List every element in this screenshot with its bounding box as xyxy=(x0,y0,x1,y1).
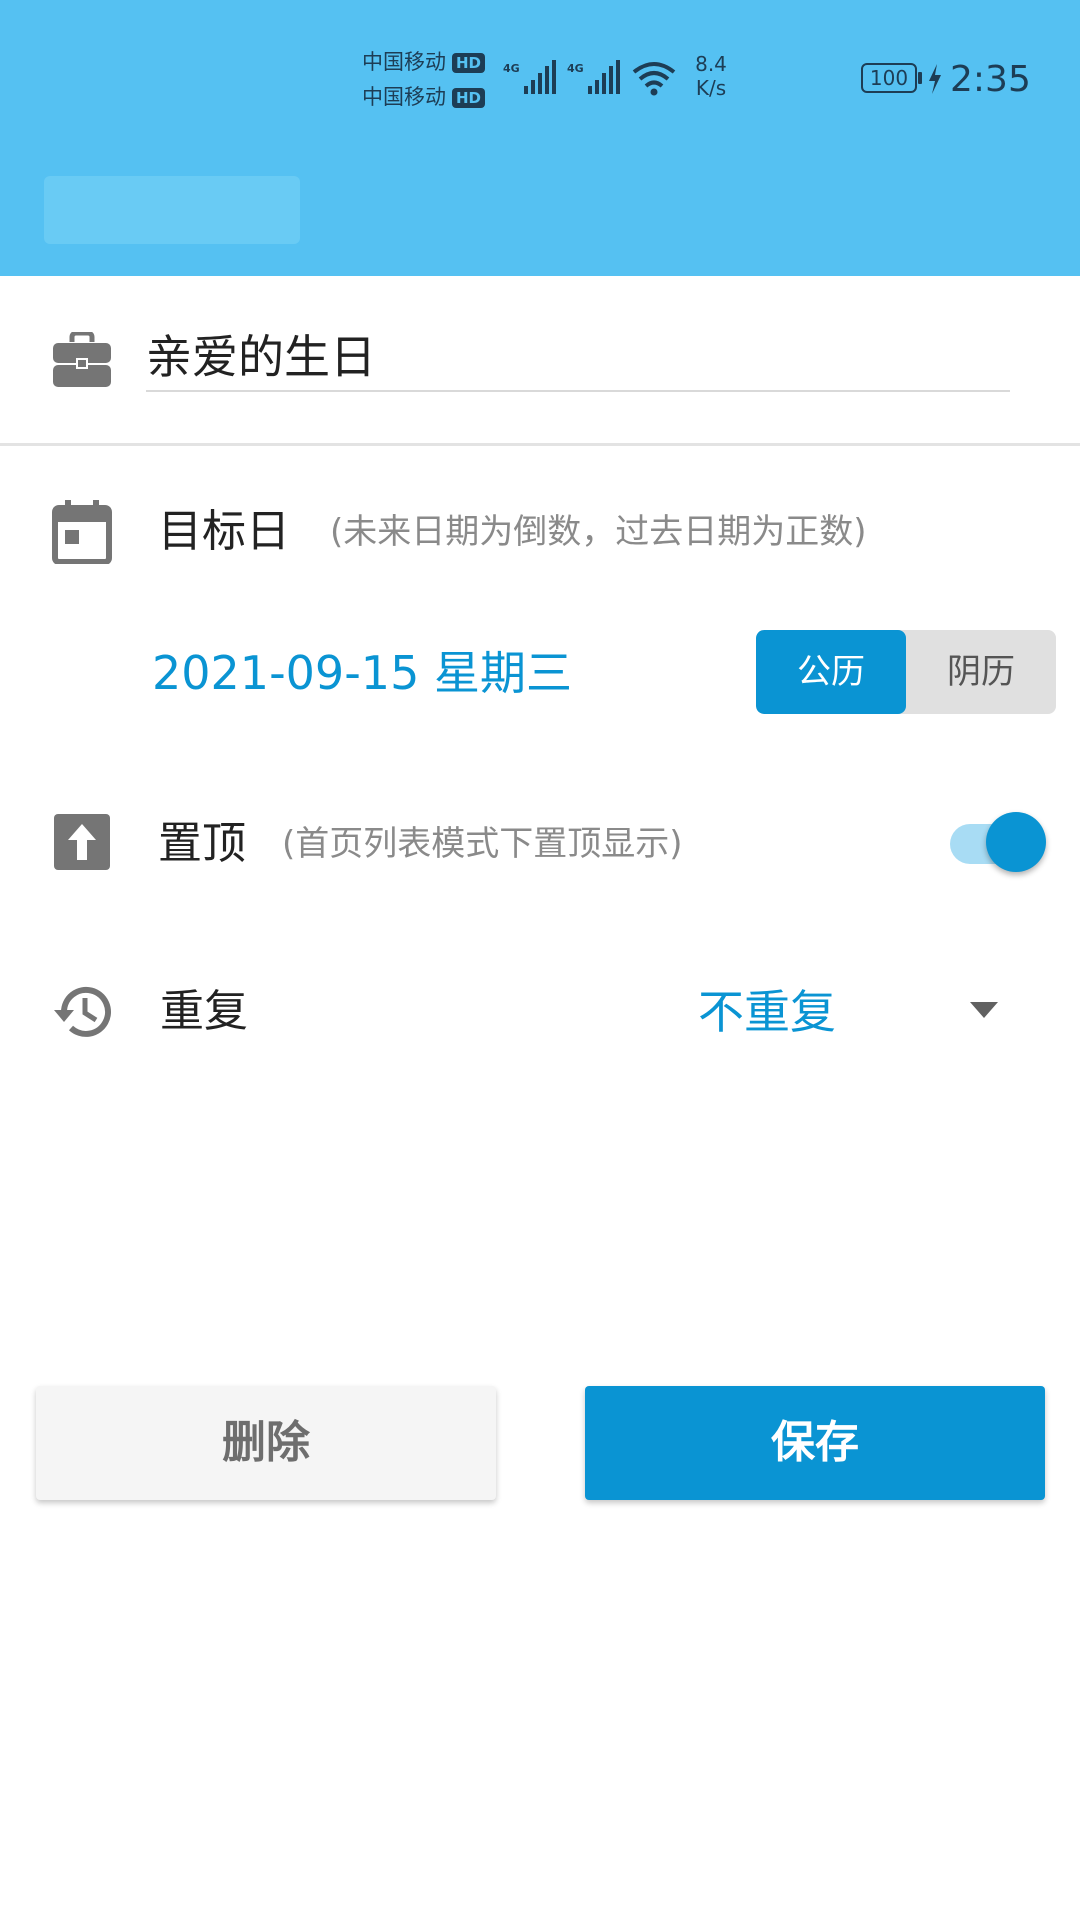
date-picker-value[interactable]: 2021-09-15 星期三 xyxy=(152,642,572,704)
target-date-label: 目标日 xyxy=(158,506,290,557)
repeat-label: 重复 xyxy=(160,986,248,1037)
carrier-1-name: 中国移动 xyxy=(362,50,446,74)
briefcase-icon xyxy=(53,332,111,387)
carrier-2-name: 中国移动 xyxy=(362,85,446,109)
network-2-label: 4G xyxy=(567,62,584,75)
battery-level: 100 xyxy=(869,66,909,90)
calendar-type-toggle: 公历 阴历 xyxy=(756,630,1056,714)
charging-icon xyxy=(929,64,941,94)
section-divider xyxy=(0,443,1080,446)
network-speed: 8.4 K/s xyxy=(686,52,736,100)
carrier-2: 中国移动 HD xyxy=(362,84,486,110)
event-title-input[interactable]: 亲爱的生日 xyxy=(146,326,1010,392)
clock: 2:35 xyxy=(950,59,1031,100)
carrier-1: 中国移动 HD xyxy=(362,49,486,75)
blurred-app-title xyxy=(44,176,300,244)
network-1-label: 4G xyxy=(503,62,520,75)
wifi-icon xyxy=(632,62,676,96)
speed-unit: K/s xyxy=(695,76,727,100)
pin-hint: (首页列表模式下置顶显示) xyxy=(282,824,683,864)
save-button[interactable]: 保存 xyxy=(585,1386,1045,1500)
lunar-calendar-option[interactable]: 阴历 xyxy=(906,630,1056,714)
pin-label: 置顶 xyxy=(158,818,246,869)
app-header: 中国移动 HD 中国移动 HD 4G 4G 8.4 K/s 100 2:35 xyxy=(0,0,1080,276)
battery-icon: 100 xyxy=(861,63,917,93)
battery-tip xyxy=(918,72,922,84)
delete-button[interactable]: 删除 xyxy=(36,1386,496,1500)
hd-badge-2: HD xyxy=(452,88,486,108)
hd-badge-1: HD xyxy=(452,53,486,73)
repeat-dropdown[interactable]: 不重复 xyxy=(698,982,836,1042)
chevron-down-icon[interactable] xyxy=(966,998,1002,1022)
pin-to-top-icon xyxy=(54,814,110,870)
target-date-hint: (未来日期为倒数，过去日期为正数) xyxy=(330,512,867,552)
title-row: 亲爱的生日 xyxy=(0,276,1080,446)
switch-thumb[interactable] xyxy=(986,812,1046,872)
calendar-icon xyxy=(52,500,112,564)
signal-1-icon: 4G xyxy=(502,58,562,98)
speed-value: 8.4 xyxy=(695,52,727,76)
signal-2-icon: 4G xyxy=(566,58,626,98)
history-icon xyxy=(54,986,111,1037)
solar-calendar-option[interactable]: 公历 xyxy=(756,630,906,714)
